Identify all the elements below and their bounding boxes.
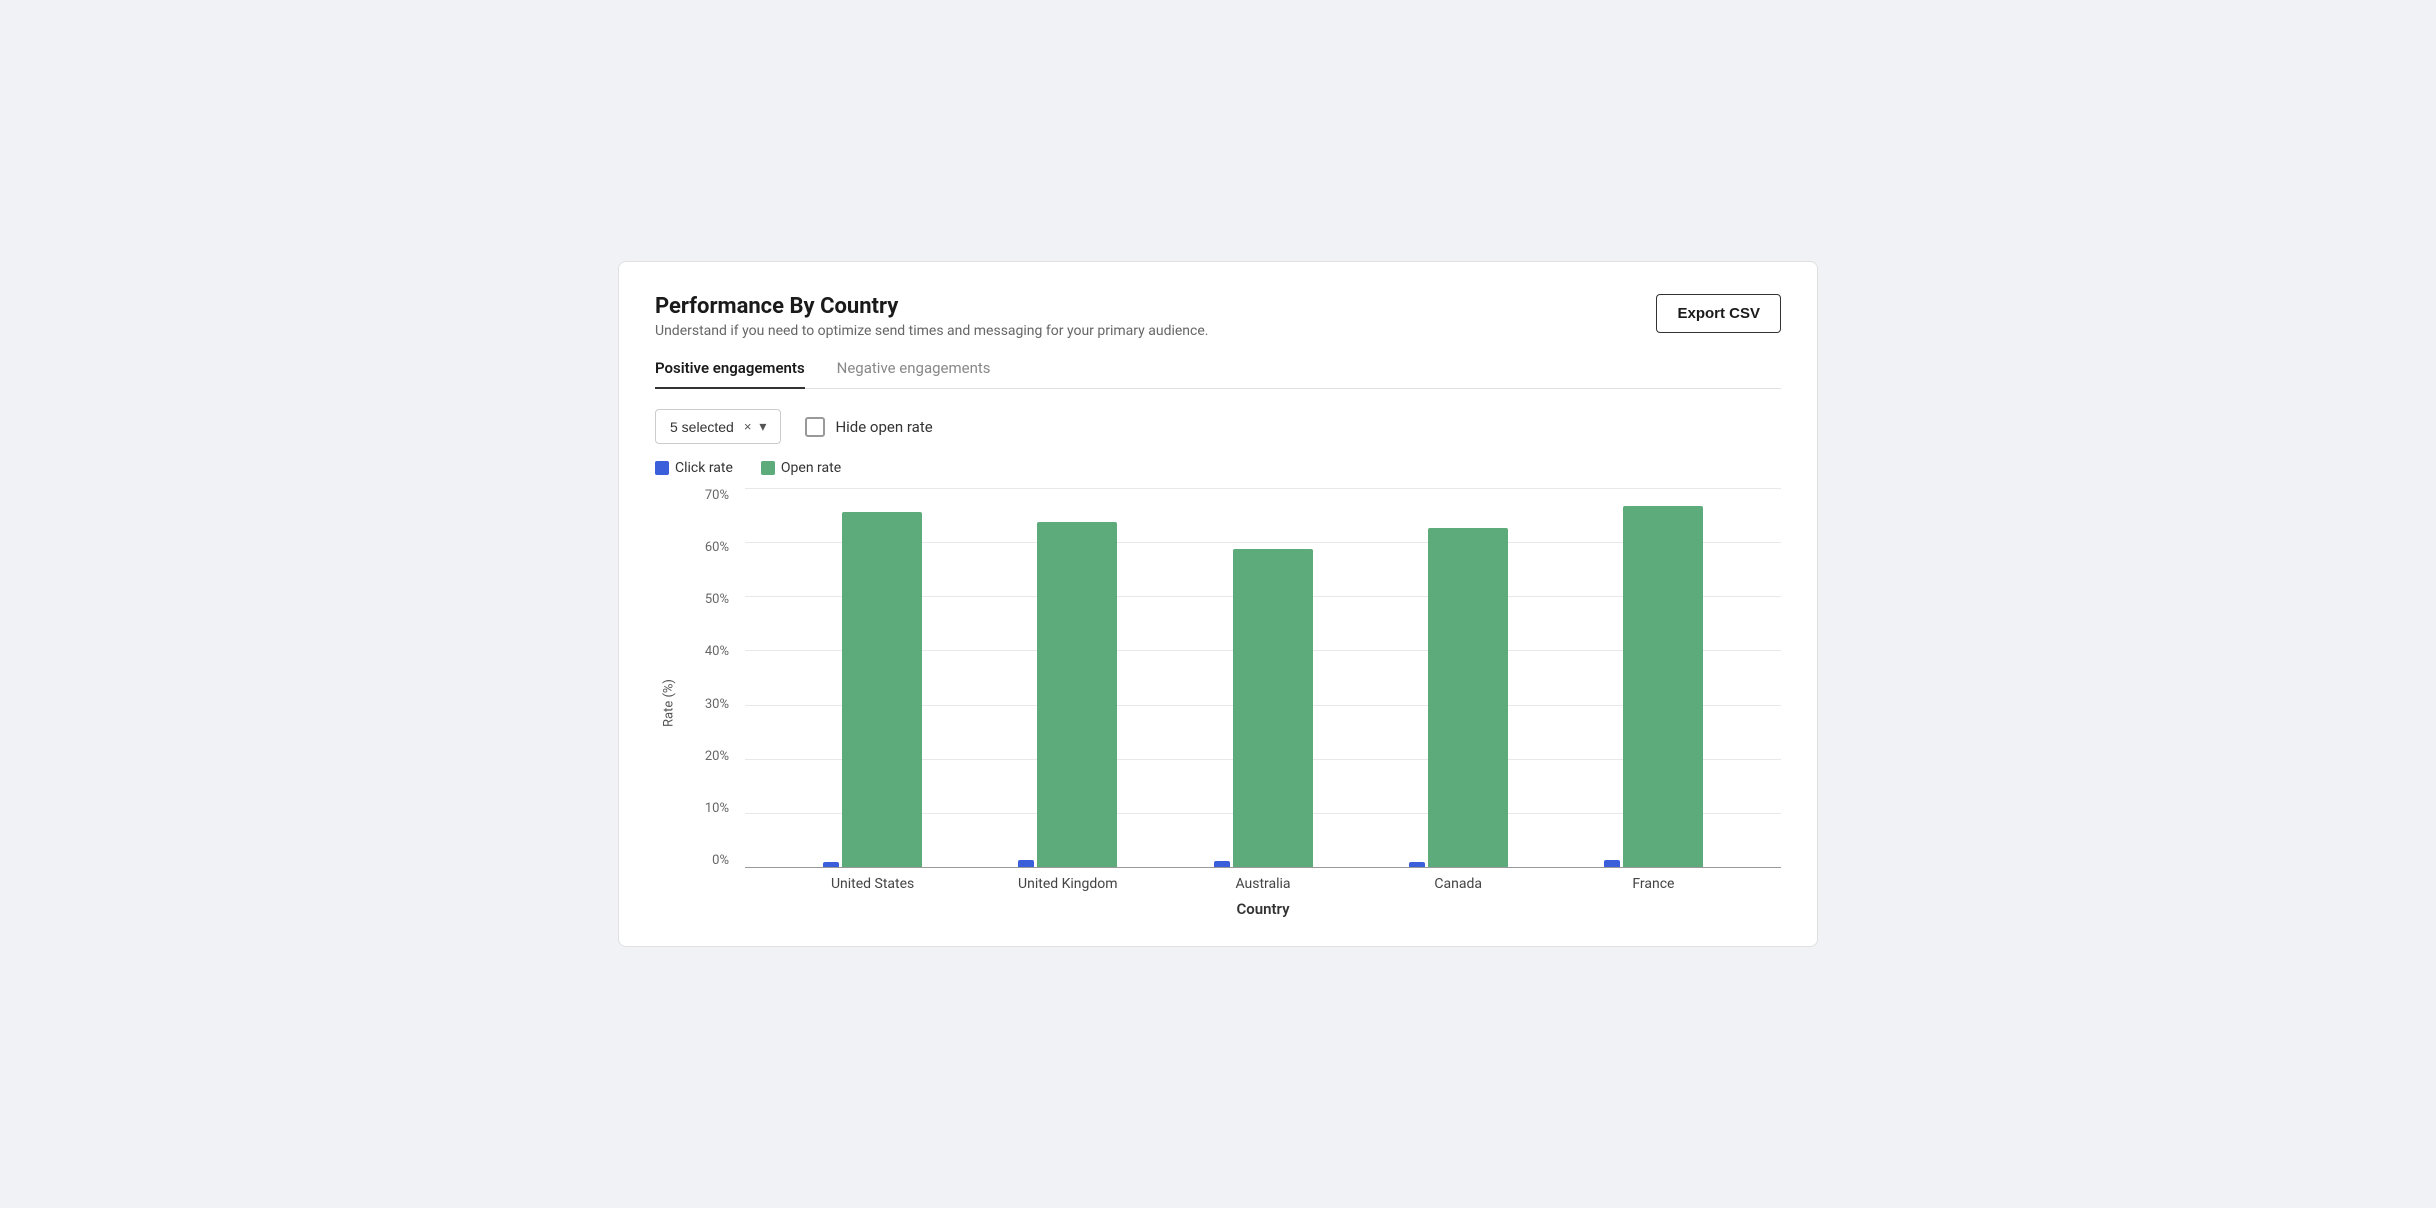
bar-group-australia xyxy=(1165,549,1360,868)
export-csv-button[interactable]: Export CSV xyxy=(1656,294,1781,333)
legend-click-rate-label: Click rate xyxy=(675,460,733,476)
open-rate-color-swatch xyxy=(761,461,775,475)
y-tick-40: 40% xyxy=(705,644,729,659)
header-row: Performance By Country Understand if you… xyxy=(655,294,1781,339)
y-tick-60: 60% xyxy=(705,540,729,555)
dropdown-selected-text: 5 selected xyxy=(670,419,734,435)
y-tick-20: 20% xyxy=(705,749,729,764)
x-axis-ticks: United StatesUnited KingdomAustraliaCana… xyxy=(745,876,1781,892)
open-rate-bar-0 xyxy=(842,512,922,868)
legend-open-rate-label: Open rate xyxy=(781,460,841,476)
bar-group-united-states xyxy=(775,512,970,868)
y-axis-ticks: 70% 60% 50% 40% 30% 20% 10% 0% xyxy=(687,488,737,868)
page-title: Performance By Country xyxy=(655,294,1208,319)
country-filter-dropdown[interactable]: 5 selected × ▾ xyxy=(655,409,781,444)
performance-by-country-card: Performance By Country Understand if you… xyxy=(618,261,1818,947)
chevron-down-icon: ▾ xyxy=(759,418,766,435)
open-rate-bar-4 xyxy=(1623,506,1703,868)
bars-container xyxy=(745,488,1781,868)
x-tick-united-kingdom: United Kingdom xyxy=(970,876,1165,892)
controls-row: 5 selected × ▾ Hide open rate xyxy=(655,409,1781,444)
tab-negative-engagements[interactable]: Negative engagements xyxy=(837,359,991,389)
bar-group-canada xyxy=(1361,528,1556,868)
x-tick-united-states: United States xyxy=(775,876,970,892)
baseline xyxy=(745,867,1781,868)
chart-inner: 70% 60% 50% 40% 30% 20% 10% 0% xyxy=(687,488,1781,918)
page-subtitle: Understand if you need to optimize send … xyxy=(655,323,1208,339)
dropdown-clear-button[interactable]: × xyxy=(744,419,752,434)
y-tick-0: 0% xyxy=(712,853,729,868)
hide-open-rate-checkbox[interactable] xyxy=(805,417,825,437)
x-tick-france: France xyxy=(1556,876,1751,892)
header-left: Performance By Country Understand if you… xyxy=(655,294,1208,339)
hide-open-rate-label: Hide open rate xyxy=(835,418,932,436)
click-rate-color-swatch xyxy=(655,461,669,475)
chart-body xyxy=(745,488,1781,868)
x-tick-canada: Canada xyxy=(1361,876,1556,892)
hide-open-rate-control[interactable]: Hide open rate xyxy=(805,417,932,437)
legend-item-open-rate: Open rate xyxy=(761,460,841,476)
open-rate-bar-1 xyxy=(1037,522,1117,868)
open-rate-bar-2 xyxy=(1233,549,1313,868)
y-tick-50: 50% xyxy=(705,592,729,607)
bar-group-united-kingdom xyxy=(970,522,1165,868)
tabs-container: Positive engagements Negative engagement… xyxy=(655,359,1781,389)
y-tick-30: 30% xyxy=(705,697,729,712)
y-tick-10: 10% xyxy=(705,801,729,816)
chart-legend: Click rate Open rate xyxy=(655,460,1781,476)
x-axis-label: Country xyxy=(745,900,1781,918)
y-axis-label: Rate (%) xyxy=(655,488,683,918)
chart-area: Rate (%) 70% 60% 50% 40% 30% 20% 10% 0% xyxy=(655,488,1781,918)
bar-group-france xyxy=(1556,506,1751,868)
x-tick-australia: Australia xyxy=(1165,876,1360,892)
tab-positive-engagements[interactable]: Positive engagements xyxy=(655,359,805,389)
legend-item-click-rate: Click rate xyxy=(655,460,733,476)
y-tick-70: 70% xyxy=(705,488,729,503)
open-rate-bar-3 xyxy=(1428,528,1508,868)
